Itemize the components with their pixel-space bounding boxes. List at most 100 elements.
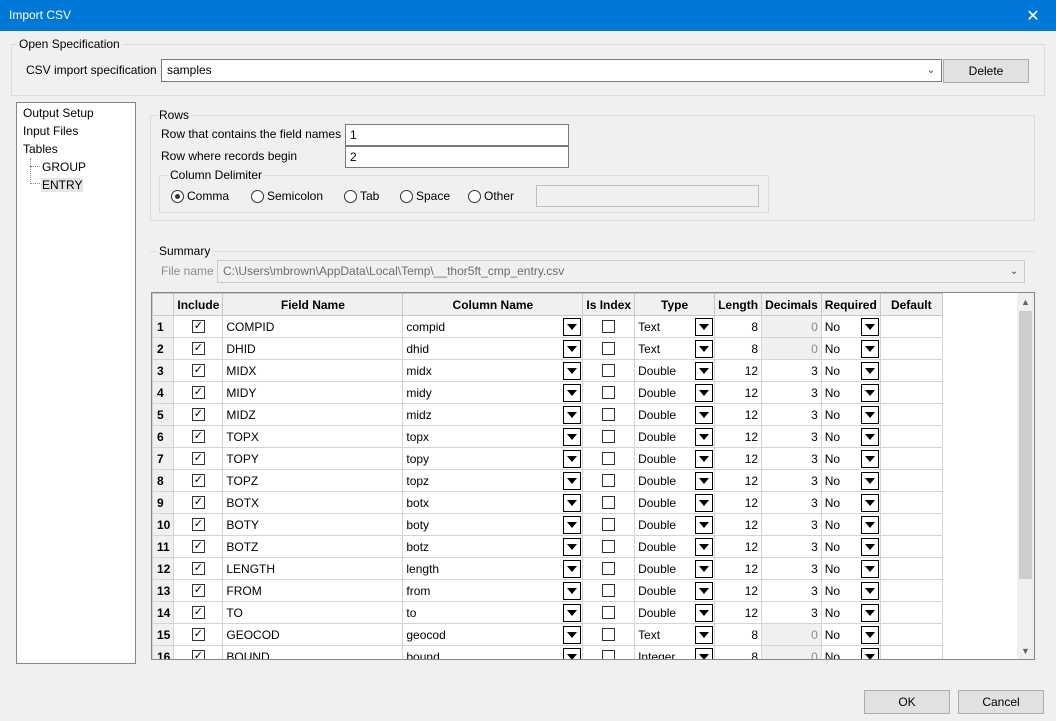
checked-checkbox-icon[interactable]: ✓ [191,342,205,355]
dropdown-arrow-icon[interactable] [860,581,879,600]
checked-checkbox-icon[interactable]: ✓ [191,408,205,421]
unchecked-checkbox-icon[interactable] [602,584,616,597]
checked-checkbox-icon[interactable]: ✓ [191,540,205,553]
unchecked-checkbox-icon[interactable] [602,320,616,333]
dropdown-arrow-icon[interactable] [860,493,879,512]
row-number[interactable]: 11 [152,535,175,558]
tree-item-output-setup[interactable]: Output Setup [23,106,94,120]
checked-checkbox-icon[interactable]: ✓ [191,518,205,531]
records-begin-input[interactable]: 2 [345,146,569,168]
dropdown-arrow-icon[interactable] [563,383,582,402]
checked-checkbox-icon[interactable]: ✓ [191,474,205,487]
field-name-cell[interactable]: BOTY [222,513,404,536]
delete-button[interactable]: Delete [943,59,1029,83]
dropdown-arrow-icon[interactable] [563,405,582,424]
field-name-cell[interactable]: LENGTH [222,557,404,580]
dropdown-arrow-icon[interactable] [695,339,714,358]
dropdown-arrow-icon[interactable] [860,559,879,578]
length-cell[interactable]: 12 [714,403,763,426]
tree-item-input-files[interactable]: Input Files [23,124,78,138]
type-cell[interactable]: Double [634,557,716,580]
dropdown-arrow-icon[interactable] [695,647,714,659]
header-column-name[interactable]: Column Name [402,293,584,316]
length-cell[interactable]: 12 [714,535,763,558]
row-number[interactable]: 5 [152,403,175,426]
column-name-cell[interactable]: midx [402,359,584,382]
checked-checkbox-icon[interactable]: ✓ [191,606,205,619]
unchecked-checkbox-icon[interactable] [602,452,616,465]
header-decimals[interactable]: Decimals [761,293,822,316]
required-cell[interactable]: No [820,447,881,470]
unchecked-checkbox-icon[interactable] [602,562,616,575]
tree-item-group[interactable]: GROUP [42,160,86,174]
required-cell[interactable]: No [820,337,881,360]
type-cell[interactable]: Text [634,337,716,360]
type-cell[interactable]: Double [634,601,716,624]
unchecked-checkbox-icon[interactable] [602,408,616,421]
column-name-cell[interactable]: compid [402,315,584,338]
row-number[interactable]: 15 [152,623,175,646]
dropdown-arrow-icon[interactable] [563,317,582,336]
checked-checkbox-icon[interactable]: ✓ [191,496,205,509]
default-cell[interactable] [879,491,943,514]
dropdown-arrow-icon[interactable] [695,581,714,600]
decimals-cell[interactable]: 3 [761,425,822,448]
required-cell[interactable]: No [820,403,881,426]
header-is-index[interactable]: Is Index [582,293,636,316]
field-name-cell[interactable]: COMPID [222,315,404,338]
unchecked-checkbox-icon[interactable] [602,496,616,509]
decimals-cell[interactable]: 3 [761,447,822,470]
type-cell[interactable]: Double [634,513,716,536]
default-cell[interactable] [879,425,943,448]
dropdown-arrow-icon[interactable] [695,361,714,380]
unchecked-checkbox-icon[interactable] [602,364,616,377]
default-cell[interactable] [879,513,943,536]
type-cell[interactable]: Double [634,469,716,492]
field-name-cell[interactable]: TO [222,601,404,624]
unchecked-checkbox-icon[interactable] [602,650,616,659]
column-name-cell[interactable]: topy [402,447,584,470]
length-cell[interactable]: 8 [714,315,763,338]
grid-vertical-scrollbar[interactable]: ▲ ▼ [1017,293,1034,659]
dropdown-arrow-icon[interactable] [563,559,582,578]
length-cell[interactable]: 8 [714,337,763,360]
row-number[interactable]: 6 [152,425,175,448]
dropdown-arrow-icon[interactable] [695,559,714,578]
length-cell[interactable]: 8 [714,645,763,659]
header-length[interactable]: Length [714,293,763,316]
dropdown-arrow-icon[interactable] [563,449,582,468]
default-cell[interactable] [879,601,943,624]
checked-checkbox-icon[interactable]: ✓ [191,628,205,641]
default-cell[interactable] [879,623,943,646]
default-cell[interactable] [879,447,943,470]
length-cell[interactable]: 8 [714,623,763,646]
decimals-cell[interactable]: 3 [761,469,822,492]
radio-semicolon[interactable]: Semicolon [251,189,323,203]
header-field-name[interactable]: Field Name [222,293,404,316]
header-type[interactable]: Type [634,293,716,316]
dropdown-arrow-icon[interactable] [563,537,582,556]
dropdown-arrow-icon[interactable] [695,405,714,424]
dropdown-arrow-icon[interactable] [563,339,582,358]
checked-checkbox-icon[interactable]: ✓ [191,320,205,333]
dropdown-arrow-icon[interactable] [563,581,582,600]
type-cell[interactable]: Double [634,579,716,602]
type-cell[interactable]: Double [634,381,716,404]
default-cell[interactable] [879,337,943,360]
row-number[interactable]: 2 [152,337,175,360]
field-name-cell[interactable]: BOTZ [222,535,404,558]
type-cell[interactable]: Double [634,403,716,426]
row-number[interactable]: 16 [152,645,175,659]
row-number[interactable]: 14 [152,601,175,624]
required-cell[interactable]: No [820,535,881,558]
type-cell[interactable]: Integer [634,645,716,659]
field-name-cell[interactable]: BOTX [222,491,404,514]
unchecked-checkbox-icon[interactable] [602,628,616,641]
dropdown-arrow-icon[interactable] [563,427,582,446]
required-cell[interactable]: No [820,513,881,536]
dropdown-arrow-icon[interactable] [860,361,879,380]
type-cell[interactable]: Double [634,535,716,558]
dropdown-arrow-icon[interactable] [563,515,582,534]
dropdown-arrow-icon[interactable] [695,383,714,402]
dropdown-arrow-icon[interactable] [860,427,879,446]
